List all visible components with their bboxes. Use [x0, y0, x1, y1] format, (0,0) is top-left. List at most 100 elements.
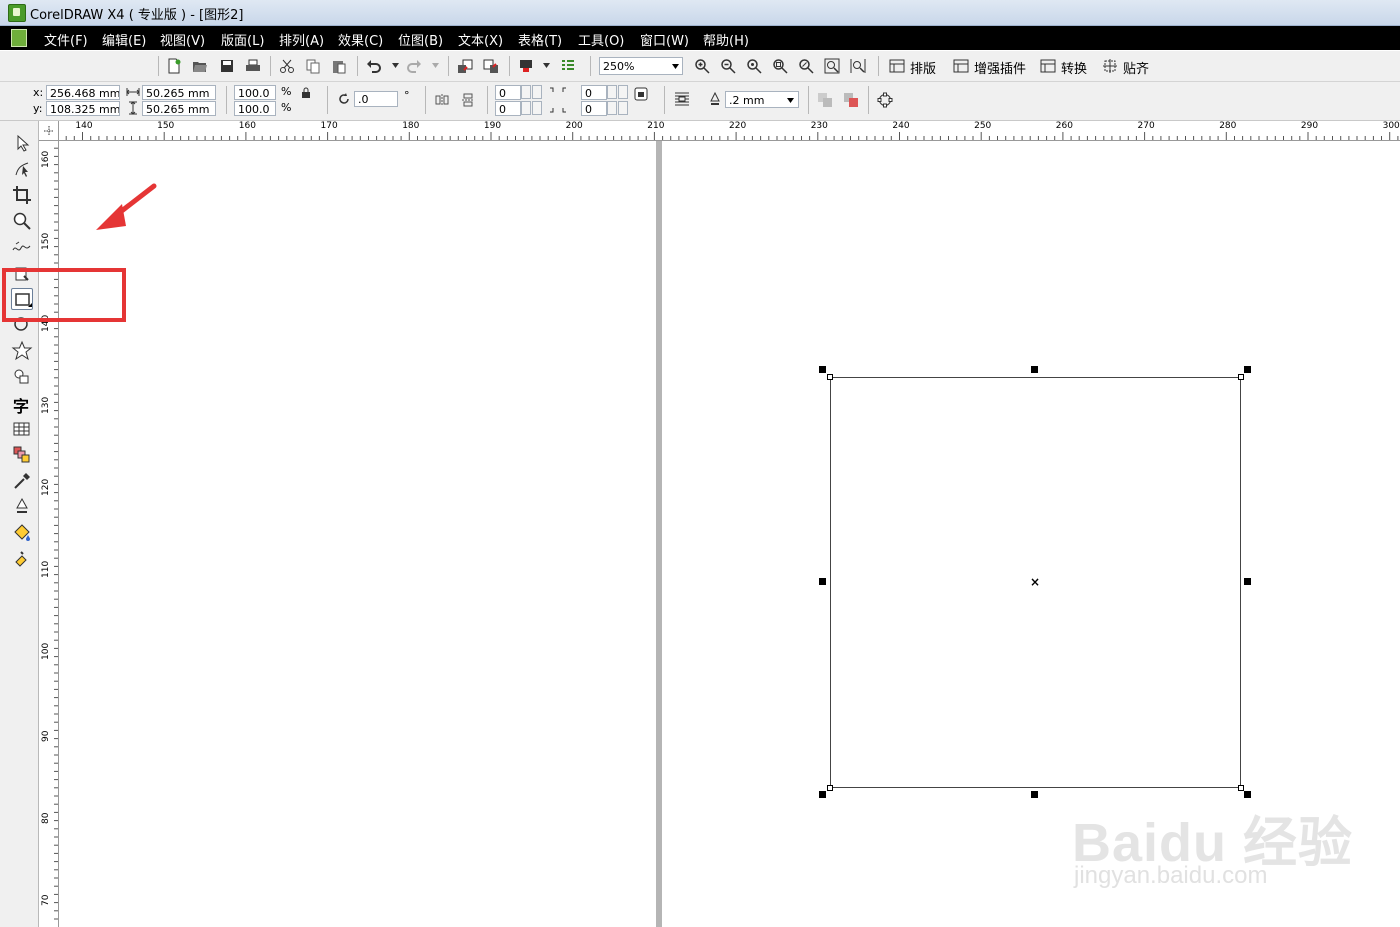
- object-width-input[interactable]: 50.265 mm: [142, 85, 216, 100]
- menu-view[interactable]: 视图(V): [160, 30, 205, 49]
- menu-text[interactable]: 文本(X): [458, 30, 503, 49]
- table-tool[interactable]: [11, 418, 33, 440]
- x-position-input[interactable]: 256.468 mm: [46, 85, 120, 100]
- selection-handle-top-right[interactable]: [1244, 366, 1251, 373]
- selection-handle-top-left[interactable]: [819, 366, 826, 373]
- open-folder-icon[interactable]: [192, 58, 208, 74]
- round-corners-together-icon[interactable]: [634, 87, 648, 101]
- snap-plugin-icon[interactable]: [1102, 58, 1118, 74]
- corner-radius-top-left-spinner[interactable]: [521, 85, 531, 99]
- corner-radius-bottom-left-input[interactable]: 0: [495, 101, 521, 116]
- blend-tool[interactable]: [11, 444, 33, 466]
- selection-handle-bottom-right[interactable]: [1244, 791, 1251, 798]
- corner-radius-top-left-input[interactable]: 0: [495, 85, 521, 100]
- convert-to-curves-icon[interactable]: [877, 92, 893, 108]
- corner-radius-bottom-left-spinner-up[interactable]: [532, 101, 542, 115]
- corner-radius-top-right-spinner[interactable]: [607, 85, 617, 99]
- corner-node-top-left[interactable]: [827, 374, 833, 380]
- wrap-text-icon[interactable]: [674, 91, 690, 107]
- corner-radius-top-right-spinner-up[interactable]: [618, 85, 628, 99]
- document-icon[interactable]: [11, 29, 27, 47]
- zoom-to-selected-icon[interactable]: [746, 58, 762, 74]
- fill-tool[interactable]: [11, 522, 33, 544]
- menu-help[interactable]: 帮助(H): [703, 30, 749, 49]
- text-tool[interactable]: 字: [11, 392, 33, 416]
- menu-arrange[interactable]: 排列(A): [279, 30, 324, 49]
- to-back-icon[interactable]: [843, 92, 859, 108]
- zoom-tool[interactable]: [11, 210, 33, 232]
- zoom-out-icon[interactable]: [720, 58, 736, 74]
- menu-effects[interactable]: 效果(C): [338, 30, 383, 49]
- menu-edit[interactable]: 编辑(E): [102, 30, 146, 49]
- corner-radius-bottom-right-input[interactable]: 0: [581, 101, 607, 116]
- rotation-angle-input[interactable]: .0: [354, 91, 398, 107]
- redo-icon[interactable]: [406, 58, 422, 74]
- basic-shapes-tool[interactable]: [11, 366, 33, 388]
- convert-plugin-label[interactable]: 转换: [1061, 58, 1087, 77]
- new-document-icon[interactable]: [166, 58, 182, 74]
- selection-handle-left[interactable]: [819, 578, 826, 585]
- corner-radius-top-right-input[interactable]: 0: [581, 85, 607, 100]
- application-launcher-icon[interactable]: [518, 58, 534, 74]
- zoom-to-all-objects-icon[interactable]: [772, 58, 788, 74]
- layout-plugin-icon[interactable]: [889, 58, 905, 74]
- enhance-plugin-label[interactable]: 增强插件: [974, 58, 1026, 77]
- pick-tool[interactable]: [11, 132, 33, 154]
- y-position-input[interactable]: 108.325 mm: [46, 101, 120, 116]
- object-height-input[interactable]: 50.265 mm: [142, 101, 216, 116]
- selection-handle-right[interactable]: [1244, 578, 1251, 585]
- selection-handle-bottom[interactable]: [1031, 791, 1038, 798]
- outline-width-dropdown-icon[interactable]: [787, 98, 794, 103]
- menu-window[interactable]: 窗口(W): [640, 30, 689, 49]
- eyedropper-tool[interactable]: [11, 470, 33, 492]
- crop-tool[interactable]: [11, 184, 33, 206]
- welcome-screen-icon[interactable]: [560, 58, 576, 74]
- import-icon[interactable]: [457, 58, 473, 74]
- snap-plugin-label[interactable]: 贴齐: [1123, 58, 1149, 77]
- launcher-dropdown-icon[interactable]: [543, 63, 550, 68]
- menu-table[interactable]: 表格(T): [518, 30, 562, 49]
- zoom-page-height-icon[interactable]: [850, 58, 866, 74]
- corner-node-bottom-right[interactable]: [1238, 785, 1244, 791]
- enhance-plugin-icon[interactable]: [953, 58, 969, 74]
- polygon-tool[interactable]: [11, 340, 33, 362]
- menu-tools[interactable]: 工具(O): [578, 30, 624, 49]
- shape-tool[interactable]: [11, 158, 33, 180]
- selection-handle-bottom-left[interactable]: [819, 791, 826, 798]
- cut-icon[interactable]: [279, 58, 295, 74]
- corner-node-bottom-left[interactable]: [827, 785, 833, 791]
- scale-y-input[interactable]: 100.0: [234, 101, 276, 116]
- selection-handle-top[interactable]: [1031, 366, 1038, 373]
- paste-icon[interactable]: [331, 58, 347, 74]
- menu-bitmaps[interactable]: 位图(B): [398, 30, 443, 49]
- corner-radius-bottom-right-spinner-up[interactable]: [618, 101, 628, 115]
- selection-center-marker[interactable]: ×: [1030, 575, 1040, 589]
- outline-tool[interactable]: [11, 496, 33, 518]
- redo-dropdown-icon[interactable]: [432, 63, 439, 68]
- menu-layout[interactable]: 版面(L): [221, 30, 264, 49]
- corner-radius-bottom-right-spinner[interactable]: [607, 101, 617, 115]
- save-icon[interactable]: [219, 58, 235, 74]
- zoom-to-page-icon[interactable]: [798, 58, 814, 74]
- zoom-page-width-icon[interactable]: [824, 58, 840, 74]
- corner-radius-bottom-left-spinner[interactable]: [521, 101, 531, 115]
- convert-plugin-icon[interactable]: [1040, 58, 1056, 74]
- undo-dropdown-icon[interactable]: [392, 63, 399, 68]
- scale-x-input[interactable]: 100.0: [234, 85, 276, 100]
- zoom-level-select[interactable]: 250%: [599, 57, 683, 75]
- freehand-tool[interactable]: [11, 236, 33, 258]
- menu-file[interactable]: 文件(F): [44, 30, 88, 49]
- interactive-fill-tool[interactable]: [11, 548, 33, 570]
- layout-plugin-label[interactable]: 排版: [910, 58, 936, 77]
- copy-icon[interactable]: [305, 58, 321, 74]
- corner-radius-top-left-spinner-up[interactable]: [532, 85, 542, 99]
- to-front-icon[interactable]: [817, 92, 833, 108]
- export-icon[interactable]: [483, 58, 499, 74]
- print-icon[interactable]: [245, 58, 261, 74]
- zoom-dropdown-icon[interactable]: [672, 64, 679, 69]
- zoom-in-icon[interactable]: [694, 58, 710, 74]
- corner-node-top-right[interactable]: [1238, 374, 1244, 380]
- mirror-vertical-icon[interactable]: [460, 92, 476, 108]
- lock-ratio-icon[interactable]: [300, 87, 312, 99]
- undo-icon[interactable]: [366, 58, 382, 74]
